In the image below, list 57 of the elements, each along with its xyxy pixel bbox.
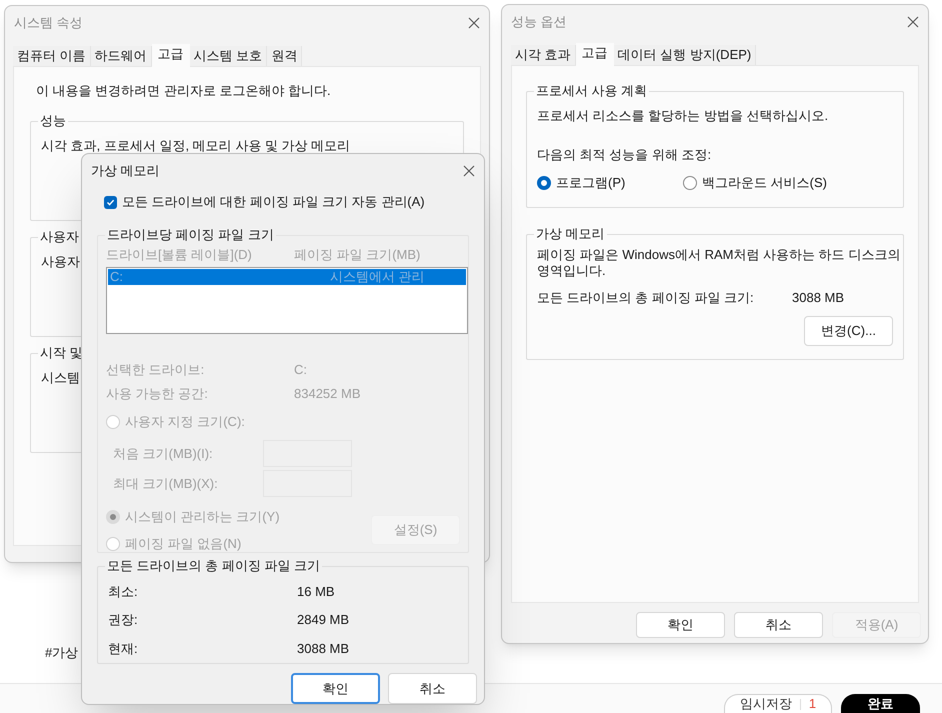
close-icon[interactable]: [468, 17, 480, 29]
column-header: 페이징 파일 크기(MB): [294, 246, 422, 264]
radio-label: 시스템이 관리하는 크기(Y): [125, 508, 280, 526]
info-label: 선택한 드라이브:: [106, 361, 206, 380]
radio-button[interactable]: [683, 176, 697, 190]
info-label: 사용 가능한 공간:: [106, 384, 209, 403]
total-label: 모든 드라이브의 총 페이징 파일 크기:: [537, 289, 755, 307]
info-value: C:: [294, 361, 308, 380]
group-title: 모든 드라이브의 총 페이징 파일 크기: [105, 558, 322, 574]
dialog-button[interactable]: 취소: [388, 673, 477, 704]
dialog-button[interactable]: 확인: [291, 673, 380, 704]
column-header: 드라이브[볼륨 레이블](D): [106, 246, 253, 264]
group-text: 프로세서 리소스를 할당하는 방법을 선택하십시오.: [537, 107, 830, 125]
save-draft-button[interactable]: 임시저장 1: [724, 694, 832, 713]
dialog-button[interactable]: 확인: [636, 612, 725, 638]
change-button[interactable]: 변경(C)...: [804, 316, 893, 346]
close-icon[interactable]: [463, 164, 475, 177]
checkbox[interactable]: [104, 196, 117, 209]
total-value: 16 MB: [297, 582, 336, 601]
window-title: 가상 메모리: [91, 162, 160, 180]
radio-label: 프로그램(P): [556, 174, 626, 192]
total-value: 2849 MB: [297, 611, 350, 630]
group-title: 드라이브당 페이징 파일 크기: [105, 226, 276, 243]
field-label: 최대 크기(MB)(X):: [112, 474, 219, 493]
total-label: 현재:: [108, 640, 139, 658]
window-title: 성능 옵션: [511, 13, 567, 32]
window-title: 시스템 속성: [14, 14, 83, 32]
group-text: 시스템: [41, 368, 80, 386]
group-title: 성능: [38, 112, 68, 128]
tab[interactable]: 고급: [152, 44, 190, 67]
group-title: 가상 메모리: [534, 226, 607, 242]
group-text: 페이징 파일은 Windows에서 RAM처럼 사용하는 하드 디스크의 영역입니다.: [537, 247, 902, 279]
field-label: 처음 크기(MB)(I):: [112, 444, 214, 463]
draft-count: 1: [808, 695, 816, 713]
done-button[interactable]: 완료: [841, 694, 920, 713]
check-icon: [106, 198, 115, 207]
radio-label: 사용자 지정 크기(C):: [125, 413, 245, 432]
total-value: 3088 MB: [792, 289, 844, 307]
info-value: 834252 MB: [294, 384, 362, 403]
tab[interactable]: 고급: [576, 43, 614, 66]
total-label: 최소:: [108, 582, 139, 601]
total-label: 권장:: [108, 611, 139, 630]
group-text: 사용자: [41, 252, 80, 270]
total-value: 3088 MB: [297, 640, 350, 658]
group-title: 프로세서 사용 계획: [534, 83, 650, 99]
radio-label: 페이징 파일 없음(N): [125, 535, 242, 554]
hashtag-text: #가상: [45, 644, 78, 662]
radio-label: 백그라운드 서비스(S): [702, 174, 827, 192]
save-draft-label: 임시저장: [740, 695, 792, 713]
radio-button[interactable]: [537, 176, 551, 190]
dialog-button[interactable]: 취소: [734, 612, 823, 638]
adjust-label: 다음의 최적 성능을 위해 조정:: [537, 146, 712, 164]
group-title: 사용자: [38, 228, 81, 244]
checkbox-label: 모든 드라이브에 대한 페이징 파일 크기 자동 관리(A): [122, 193, 425, 212]
close-icon[interactable]: [907, 16, 919, 28]
notice-text: 이 내용을 변경하려면 관리자로 로그온해야 합니다.: [35, 82, 332, 100]
group-text: 시각 효과, 프로세서 일정, 메모리 사용 및 가상 메모리: [41, 136, 350, 154]
